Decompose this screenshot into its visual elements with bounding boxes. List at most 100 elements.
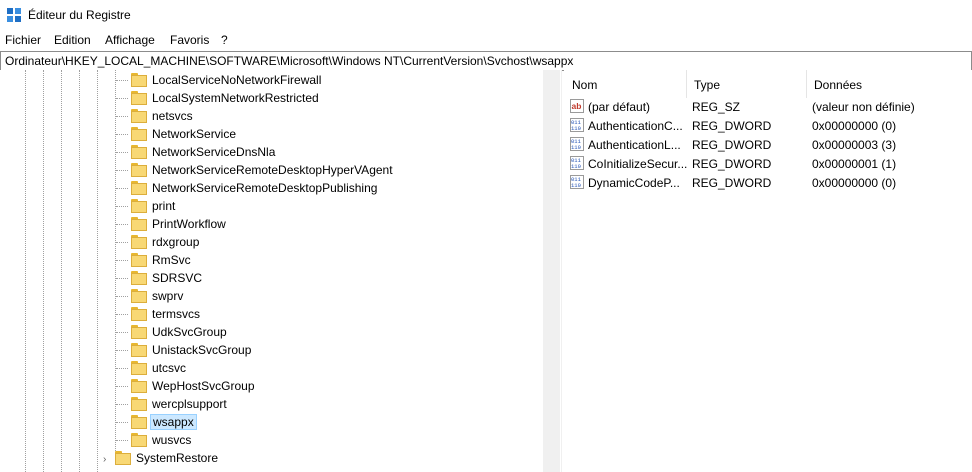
tree-connector xyxy=(116,80,128,81)
tree-item[interactable]: WepHostSvcGroup xyxy=(0,377,561,395)
tree-item[interactable]: print xyxy=(0,197,561,215)
tree-item[interactable]: LocalServiceNoNetworkFirewall xyxy=(0,71,561,89)
column-header-type[interactable]: Type xyxy=(686,70,807,98)
tree-item[interactable]: › SystemRestore xyxy=(0,449,561,467)
tree-item[interactable]: NetworkService xyxy=(0,125,561,143)
tree-connector xyxy=(116,170,128,171)
tree-item[interactable]: RmSvc xyxy=(0,251,561,269)
value-row[interactable]: ab (par défaut) REG_SZ (valeur non définie) xyxy=(564,97,972,116)
tree-item[interactable]: netsvcs xyxy=(0,107,561,125)
tree-item[interactable]: wercplsupport xyxy=(0,395,561,413)
pane-splitter[interactable] xyxy=(561,70,562,472)
menu-help[interactable]: ? xyxy=(221,33,228,47)
svg-text:110: 110 xyxy=(571,144,581,151)
column-header-name[interactable]: Nom xyxy=(564,70,687,98)
tree-item-label[interactable]: UdkSvcGroup xyxy=(150,325,229,339)
value-type: REG_DWORD xyxy=(692,176,772,190)
folder-icon xyxy=(131,289,147,303)
tree-item-label[interactable]: RmSvc xyxy=(150,253,193,267)
menu-affichage[interactable]: Affichage xyxy=(105,33,155,47)
tree-connector xyxy=(116,368,128,369)
tree-item-label[interactable]: LocalServiceNoNetworkFirewall xyxy=(150,73,323,87)
column-header-type-label: Type xyxy=(694,78,721,92)
tree-connector xyxy=(116,332,128,333)
tree-item[interactable]: SDRSVC xyxy=(0,269,561,287)
tree-item-label[interactable]: netsvcs xyxy=(150,109,195,123)
tree-item-label[interactable]: WepHostSvcGroup xyxy=(150,379,257,393)
folder-icon xyxy=(131,253,147,267)
value-data: (valeur non définie) xyxy=(812,100,915,114)
address-bar[interactable]: Ordinateur\HKEY_LOCAL_MACHINE\SOFTWARE\M… xyxy=(0,51,972,71)
tree-item-label[interactable]: rdxgroup xyxy=(150,235,201,249)
tree-connector xyxy=(116,422,128,423)
folder-icon xyxy=(131,91,147,105)
value-row[interactable]: 011 110 AuthenticationL... REG_DWORD 0x00000… xyxy=(564,135,972,154)
tree-item-label[interactable]: NetworkServiceRemoteDesktopPublishing xyxy=(150,181,379,195)
tree-item-label[interactable]: SystemRestore xyxy=(134,451,220,465)
expand-chevron-icon[interactable]: › xyxy=(103,454,106,465)
menu-edition[interactable]: Edition xyxy=(54,33,91,47)
tree-item[interactable]: termsvcs xyxy=(0,305,561,323)
svg-text:110: 110 xyxy=(571,125,581,132)
tree-item-label[interactable]: NetworkServiceDnsNla xyxy=(150,145,277,159)
folder-icon xyxy=(131,163,147,177)
tree-connector xyxy=(116,440,128,441)
tree-item-label[interactable]: wercplsupport xyxy=(150,397,229,411)
svg-text:110: 110 xyxy=(571,182,581,189)
value-name: DynamicCodeP... xyxy=(588,176,680,190)
value-row[interactable]: 011 110 CoInitializeSecur... REG_DWORD 0x000… xyxy=(564,154,972,173)
tree-item[interactable]: utcsvc xyxy=(0,359,561,377)
tree-item[interactable]: NetworkServiceRemoteDesktopPublishing xyxy=(0,179,561,197)
tree-item-label[interactable]: NetworkService xyxy=(150,127,238,141)
menu-favoris[interactable]: Favoris xyxy=(170,33,209,47)
tree-item[interactable]: UdkSvcGroup xyxy=(0,323,561,341)
tree-item-label[interactable]: NetworkServiceRemoteDesktopHyperVAgent xyxy=(150,163,395,177)
tree-item-label[interactable]: wusvcs xyxy=(150,433,193,447)
menu-fichier[interactable]: Fichier xyxy=(5,33,41,47)
value-name: AuthenticationL... xyxy=(588,138,681,152)
column-header-data[interactable]: Données xyxy=(806,70,972,98)
tree-item[interactable]: UnistackSvcGroup xyxy=(0,341,561,359)
tree-item-label[interactable]: wsappx xyxy=(150,414,197,430)
tree-item[interactable]: wusvcs xyxy=(0,431,561,449)
address-path[interactable]: Ordinateur\HKEY_LOCAL_MACHINE\SOFTWARE\M… xyxy=(5,54,573,68)
tree-item[interactable]: PrintWorkflow xyxy=(0,215,561,233)
tree-item[interactable]: rdxgroup xyxy=(0,233,561,251)
value-row[interactable]: 011 110 DynamicCodeP... REG_DWORD 0x00000000… xyxy=(564,173,972,192)
tree-item-label[interactable]: termsvcs xyxy=(150,307,202,321)
menu-bar: Fichier Edition Affichage Favoris ? xyxy=(0,30,972,50)
tree-scrollbar-thumb[interactable] xyxy=(545,70,558,472)
tree-item[interactable]: wsappx xyxy=(0,413,561,431)
tree-connector xyxy=(116,260,128,261)
tree-item-label[interactable]: swprv xyxy=(150,289,185,303)
tree-item-label[interactable]: PrintWorkflow xyxy=(150,217,228,231)
tree-scrollbar[interactable] xyxy=(543,70,560,472)
tree-item[interactable]: LocalSystemNetworkRestricted xyxy=(0,89,561,107)
tree-connector xyxy=(116,206,128,207)
folder-icon xyxy=(131,181,147,195)
tree-item[interactable]: NetworkServiceDnsNla xyxy=(0,143,561,161)
tree-connector xyxy=(116,224,128,225)
folder-icon xyxy=(131,415,147,429)
tree-item[interactable]: swprv xyxy=(0,287,561,305)
tree-item-label[interactable]: SDRSVC xyxy=(150,271,204,285)
value-name: CoInitializeSecur... xyxy=(588,157,688,171)
string-value-icon: ab xyxy=(570,99,584,113)
folder-icon xyxy=(131,145,147,159)
value-data: 0x00000003 (3) xyxy=(812,138,897,152)
column-header-data-label: Données xyxy=(814,78,863,92)
key-tree[interactable]: LocalServiceNoNetworkFirewall LocalSystem… xyxy=(0,70,561,472)
value-name: (par défaut) xyxy=(588,100,651,114)
folder-icon xyxy=(131,109,147,123)
value-row[interactable]: 011 110 AuthenticationC... REG_DWORD 0x00000… xyxy=(564,116,972,135)
folder-icon xyxy=(131,307,147,321)
values-pane[interactable]: Nom Type Données ab (par défaut) REG_SZ (va… xyxy=(564,70,972,472)
tree-item-label[interactable]: UnistackSvcGroup xyxy=(150,343,253,357)
tree-item[interactable]: NetworkServiceRemoteDesktopHyperVAgent xyxy=(0,161,561,179)
tree-item-label[interactable]: LocalSystemNetworkRestricted xyxy=(150,91,321,105)
tree-item-label[interactable]: print xyxy=(150,199,177,213)
folder-icon xyxy=(131,361,147,375)
column-header-name-label: Nom xyxy=(572,78,598,92)
tree-item-label[interactable]: utcsvc xyxy=(150,361,188,375)
folder-icon xyxy=(131,325,147,339)
